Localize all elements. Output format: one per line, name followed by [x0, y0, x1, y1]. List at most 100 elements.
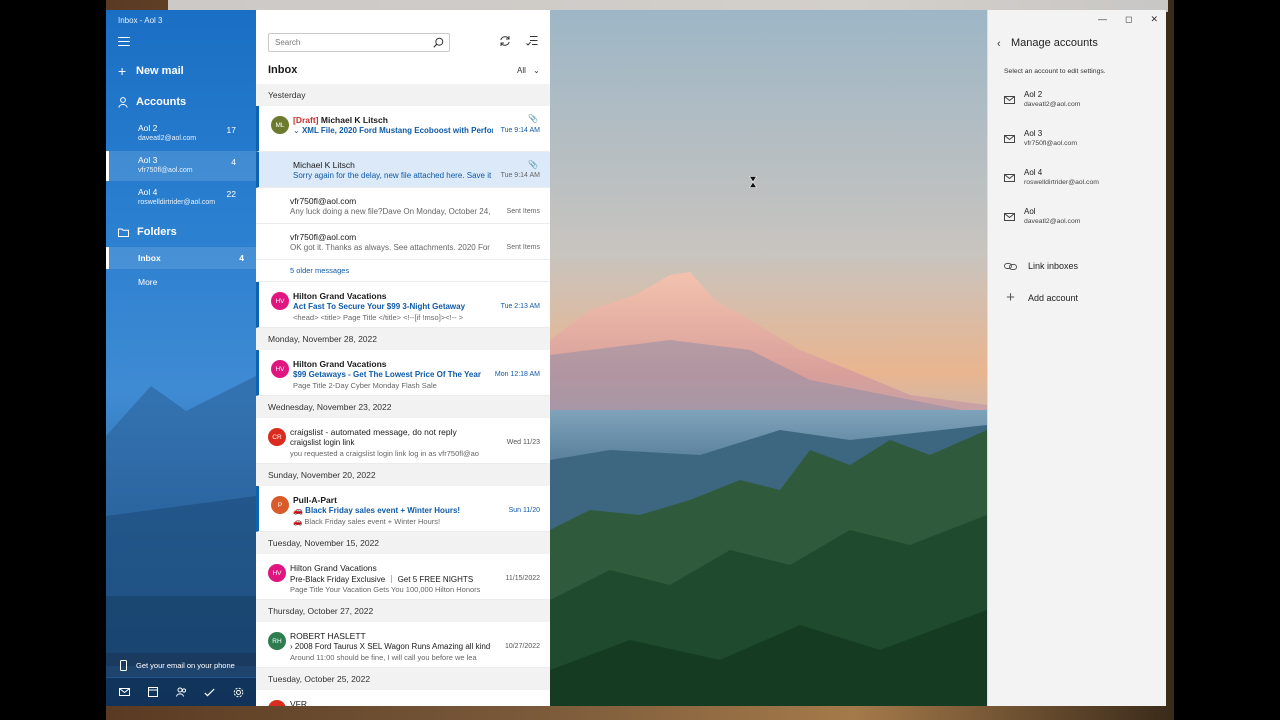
attachment-icon: 📎: [528, 114, 538, 123]
message-subject: ⌄ XML File, 2020 Ford Mustang Ecoboost w…: [293, 126, 493, 135]
close-icon[interactable]: ✕: [1150, 14, 1158, 25]
selection-mode-icon[interactable]: [526, 35, 538, 46]
avatar: HV: [268, 564, 286, 582]
message-preview: OK got it. Thanks as always. See attachm…: [290, 243, 490, 252]
search-input[interactable]: Search: [268, 33, 450, 52]
message-preview: Page Title 2-Day Cyber Monday Flash Sale: [293, 381, 437, 390]
sidebar-account-aol-2[interactable]: Aol 2 daveatl2@aol.com 17: [106, 119, 256, 149]
panel-subtitle: Select an account to edit settings.: [1004, 68, 1106, 75]
account-email: roswelldirtrider@aol.com: [138, 199, 216, 206]
message-time: Sun 11/20: [508, 507, 540, 514]
avatar: CR: [268, 428, 286, 446]
sender-name: Michael K Litsch: [320, 115, 388, 125]
message-sender: Hilton Grand Vacations: [293, 359, 523, 369]
message-row[interactable]: HV Hilton Grand Vacations $99 Getaways - G…: [256, 350, 550, 396]
date-group-header: Yesterday: [256, 84, 550, 106]
account-email: vfr750fl@aol.com: [138, 167, 193, 174]
folder-more[interactable]: More: [106, 271, 256, 293]
desktop-left-edge: [0, 0, 106, 720]
message-row[interactable]: P Pull-A-Part 🚗 Black Friday sales event +…: [256, 486, 550, 532]
people-icon[interactable]: [175, 686, 187, 698]
mail-icon: [1004, 96, 1015, 104]
manage-account-aol[interactable]: Aol daveatl2@aol.com: [1004, 205, 1154, 239]
mail-icon[interactable]: [118, 686, 130, 698]
message-row[interactable]: RH ROBERT HASLETT › 2008 Ford Taurus X SEL…: [256, 622, 550, 668]
accounts-label: Accounts: [136, 96, 187, 108]
message-preview: Any luck doing a new file?Dave On Monday…: [290, 207, 490, 216]
account-name: Aol 3: [138, 155, 158, 165]
link-inboxes-button[interactable]: Link inboxes: [1004, 258, 1154, 274]
settings-icon[interactable]: [232, 686, 244, 698]
sender-name: Hilton Grand Vacations: [293, 291, 387, 301]
folder-name: Inbox: [138, 253, 161, 263]
message-time: 11/15/2022: [505, 575, 540, 582]
draft-label: [Draft]: [293, 115, 319, 125]
desktop-right-edge: [1174, 0, 1280, 720]
todo-icon[interactable]: [204, 686, 216, 698]
thread-message-row[interactable]: vfr750fl@aol.com OK got it. Thanks as alw…: [256, 224, 550, 260]
avatar: P: [271, 496, 289, 514]
message-row[interactable]: ML [Draft] Michael K Litsch ⌄ XML File, 20…: [256, 106, 550, 152]
plus-icon: +: [1006, 289, 1015, 306]
unread-count: 17: [226, 125, 236, 135]
link-icon: [1004, 262, 1017, 270]
add-account-button[interactable]: + Add account: [1004, 290, 1154, 306]
phone-promo-label: Get your email on your phone: [136, 660, 235, 670]
message-sender: craigslist - automated message, do not r…: [290, 427, 520, 437]
avatar: [268, 700, 286, 706]
filter-dropdown[interactable]: All ⌄: [517, 66, 540, 75]
message-preview: Around 11:00 should be fine, I will call…: [290, 653, 477, 662]
hamburger-menu-icon[interactable]: [118, 37, 130, 47]
message-time: Tue 2:13 AM: [500, 303, 540, 310]
navigation-pane: Inbox - Aol 3 + New mail Accounts Aol 2 …: [106, 10, 256, 706]
subject-text: XML File, 2020 Ford Mustang Ecoboost wit…: [301, 126, 493, 135]
folder-inbox[interactable]: Inbox 4: [106, 247, 256, 269]
manage-account-aol-2[interactable]: Aol 2 daveatl2@aol.com: [1004, 88, 1154, 122]
accounts-header[interactable]: Accounts: [118, 96, 186, 108]
older-messages-link[interactable]: 5 older messages: [256, 260, 550, 282]
folder-icon: [118, 228, 129, 237]
sync-icon[interactable]: [499, 35, 511, 47]
attachment-icon: 📎: [528, 160, 538, 169]
message-subject: › 2008 Ford Taurus X SEL Wagon Runs Amaz…: [290, 642, 490, 651]
message-row[interactable]: CR craigslist - automated message, do not…: [256, 418, 550, 464]
minimize-icon[interactable]: —: [1098, 14, 1107, 25]
chevron-down-icon[interactable]: ⌄: [293, 126, 302, 135]
mail-app-window: Inbox - Aol 3 + New mail Accounts Aol 2 …: [106, 10, 1166, 706]
account-name: Aol: [1024, 207, 1036, 216]
message-sender: Pull-A-Part: [293, 495, 523, 505]
sidebar-account-aol-3[interactable]: Aol 3 vfr750fl@aol.com 4: [106, 151, 256, 181]
search-icon[interactable]: [433, 37, 444, 48]
folders-header[interactable]: Folders: [118, 226, 177, 238]
hourglass-busy-cursor: [749, 176, 757, 188]
back-arrow-icon[interactable]: ‹: [997, 38, 1001, 50]
subject-text: 🚗 Black Friday sales event + Winter Hour…: [293, 506, 461, 515]
message-sender: vfr750fl@aol.com: [290, 232, 520, 242]
window-title: Inbox - Aol 3: [118, 16, 163, 25]
sender-name: Michael K Litsch: [293, 160, 355, 170]
list-title: Inbox: [268, 64, 298, 76]
sidebar-account-aol-4[interactable]: Aol 4 roswelldirtrider@aol.com 22: [106, 183, 256, 213]
avatar: ML: [271, 116, 289, 134]
subject-text: $99 Getaways - Get The Lowest Price Of T…: [293, 370, 481, 379]
thread-message-row[interactable]: vfr750fl@aol.com Any luck doing a new fil…: [256, 188, 550, 224]
message-row[interactable]: HV Hilton Grand Vacations Act Fast To Secu…: [256, 282, 550, 328]
manage-account-aol-3[interactable]: Aol 3 vfr750fl@aol.com: [1004, 127, 1154, 161]
message-time: Tue 9:14 AM: [500, 172, 540, 179]
manage-account-aol-4[interactable]: Aol 4 roswelldirtrider@aol.com: [1004, 166, 1154, 200]
account-email: vfr750fl@aol.com: [1024, 140, 1077, 147]
message-sender: Hilton Grand Vacations: [293, 291, 523, 301]
add-account-label: Add account: [1028, 293, 1079, 303]
unread-count: 4: [231, 157, 236, 167]
new-mail-button[interactable]: + New mail: [118, 63, 184, 79]
get-email-on-phone-link[interactable]: Get your email on your phone: [106, 653, 256, 677]
message-row[interactable]: VFR: [256, 690, 550, 706]
message-subject: craigslist login link: [290, 438, 490, 447]
calendar-icon[interactable]: [147, 686, 159, 698]
account-email: daveatl2@aol.com: [1024, 101, 1081, 108]
message-sender: Michael K Litsch: [293, 160, 523, 170]
message-row[interactable]: HV Hilton Grand Vacations Pre-Black Friday…: [256, 554, 550, 600]
thread-message-row[interactable]: Michael K Litsch Sorry again for the dela…: [256, 152, 550, 188]
sender-name: Hilton Grand Vacations: [290, 563, 377, 573]
maximize-icon[interactable]: ◻: [1125, 14, 1132, 25]
